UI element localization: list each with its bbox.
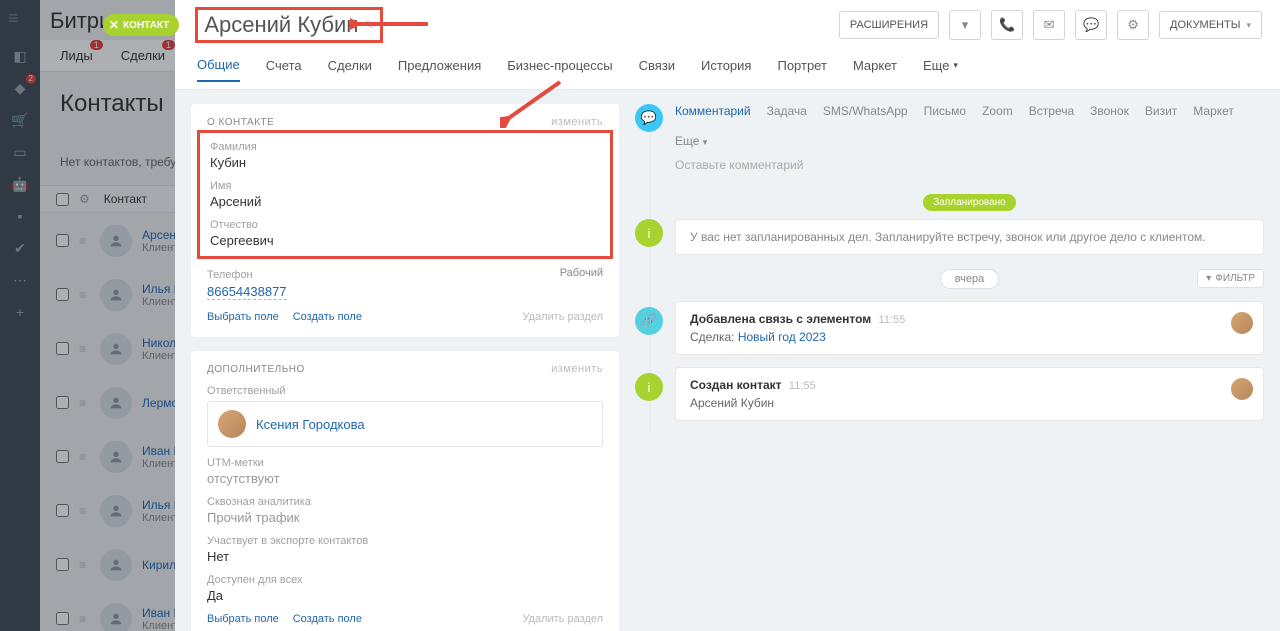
event-time: 11:55: [789, 380, 816, 392]
planned-chip: Запланировано: [923, 194, 1016, 211]
field-value[interactable]: Кубин: [210, 155, 600, 170]
panel-tab[interactable]: Бизнес-процессы: [507, 58, 612, 81]
contact-title[interactable]: Арсений Кубин✎: [195, 7, 383, 43]
left-column: О КОНТАКТЕ изменить Фамилия Кубин Имя Арсен…: [175, 90, 635, 631]
create-field-link[interactable]: Создать поле: [293, 613, 362, 625]
gear-icon[interactable]: ⚙: [1117, 10, 1149, 40]
field-label: Отчество: [210, 219, 600, 231]
extensions-dropdown[interactable]: ▾: [949, 10, 981, 40]
phone-link[interactable]: 86654438877: [207, 284, 287, 300]
responsible-user[interactable]: Ксения Городкова: [207, 401, 603, 447]
panel-tabs: Общие Счета Сделки Предложения Бизнес-процес…: [175, 50, 1280, 90]
avatar: [1231, 378, 1253, 400]
edit-icon[interactable]: ✎: [364, 18, 374, 32]
panel-tab[interactable]: Предложения: [398, 58, 481, 81]
card-title: ДОПОЛНИТЕЛЬНО: [207, 364, 305, 375]
field-label: Фамилия: [210, 141, 600, 153]
link-icon: 🔗: [635, 307, 663, 335]
timeline-event: Добавлена связь с элементом 11:55 Сделка…: [675, 301, 1264, 355]
event-title: Добавлена связь с элементом: [690, 312, 871, 326]
phone-icon[interactable]: 📞: [991, 10, 1023, 40]
avatar: [218, 410, 246, 438]
field-label: Доступен для всех: [207, 574, 603, 586]
panel-tab[interactable]: Портрет: [777, 58, 826, 81]
panel-tab[interactable]: Счета: [266, 58, 302, 81]
panel-tab[interactable]: Еще ▾: [923, 58, 958, 81]
panel-tab[interactable]: Общие: [197, 57, 240, 82]
event-sub: Арсений Кубин: [690, 396, 1249, 410]
timeline-tab[interactable]: Задача: [767, 104, 807, 118]
create-field-link[interactable]: Создать поле: [293, 311, 362, 323]
contact-panel: ✕КОНТАКТ Арсений Кубин✎ РАСШИРЕНИЯ ▾ 📞 ✉…: [175, 0, 1280, 631]
edit-link[interactable]: изменить: [551, 116, 603, 128]
highlighted-fields: Фамилия Кубин Имя Арсений Отчество Сергееви…: [197, 130, 613, 259]
timeline-event: Создан контакт 11:55 Арсений Кубин: [675, 367, 1264, 421]
filter-button[interactable]: ▾ ФИЛЬТР: [1197, 269, 1264, 288]
extra-card: ДОПОЛНИТЕЛЬНО изменить Ответственный Ксен…: [191, 351, 619, 631]
field-label: Ответственный: [207, 385, 603, 397]
field-label: Телефон: [207, 269, 603, 281]
field-value: Да: [207, 588, 603, 603]
about-card: О КОНТАКТЕ изменить Фамилия Кубин Имя Арсен…: [191, 104, 619, 337]
timeline-tab[interactable]: Встреча: [1029, 104, 1074, 118]
panel-tab[interactable]: Маркет: [853, 58, 897, 81]
card-title: О КОНТАКТЕ: [207, 117, 274, 128]
field-value: отсутствуют: [207, 471, 603, 486]
extensions-button[interactable]: РАСШИРЕНИЯ: [839, 11, 939, 39]
panel-header: ✕КОНТАКТ Арсений Кубин✎ РАСШИРЕНИЯ ▾ 📞 ✉…: [175, 0, 1280, 50]
panel-tab[interactable]: Связи: [639, 58, 675, 81]
field-label: UTM-метки: [207, 457, 603, 469]
comment-input[interactable]: Оставьте комментарий: [675, 158, 1264, 172]
timeline-tab[interactable]: Zoom: [982, 104, 1013, 118]
timeline-tab[interactable]: Еще ▾: [675, 134, 707, 148]
deal-link[interactable]: Новый год 2023: [738, 330, 826, 344]
panel-tab[interactable]: История: [701, 58, 751, 81]
day-separator: вчера: [940, 269, 999, 289]
right-column: 💬 Комментарий Задача SMS/WhatsApp Письмо Zoo…: [635, 90, 1280, 631]
field-label: Участвует в экспорте контактов: [207, 535, 603, 547]
field-value[interactable]: Арсений: [210, 194, 600, 209]
edit-link[interactable]: изменить: [551, 363, 603, 375]
info-icon: i: [635, 219, 663, 247]
info-icon: i: [635, 373, 663, 401]
delete-section-link[interactable]: Удалить раздел: [522, 613, 603, 625]
select-field-link[interactable]: Выбрать поле: [207, 613, 279, 625]
delete-section-link[interactable]: Удалить раздел: [522, 311, 603, 323]
close-icon[interactable]: ✕: [109, 18, 119, 32]
field-label: Сквозная аналитика: [207, 496, 603, 508]
timeline-tab[interactable]: Маркет: [1193, 104, 1234, 118]
timeline-tab[interactable]: SMS/WhatsApp: [823, 104, 908, 118]
chat-icon[interactable]: 💬: [1075, 10, 1107, 40]
timeline-tabs: Комментарий Задача SMS/WhatsApp Письмо Zoom В…: [675, 104, 1264, 148]
documents-button[interactable]: ДОКУМЕНТЫ▾: [1159, 11, 1262, 39]
event-sub-label: Сделка:: [690, 330, 734, 344]
entity-type-pill[interactable]: ✕КОНТАКТ: [103, 14, 179, 36]
comment-bubble-icon: 💬: [635, 104, 663, 132]
field-value: Нет: [207, 549, 603, 564]
timeline-tab[interactable]: Комментарий: [675, 104, 751, 118]
mail-icon[interactable]: ✉: [1033, 10, 1065, 40]
user-name: Ксения Городкова: [256, 417, 365, 432]
event-title: Создан контакт: [690, 378, 782, 392]
timeline-tab[interactable]: Звонок: [1090, 104, 1129, 118]
phone-type: Рабочий: [560, 267, 603, 279]
event-time: 11:55: [879, 314, 906, 326]
field-value: Прочий трафик: [207, 510, 603, 525]
field-value[interactable]: Сергеевич: [210, 233, 600, 248]
panel-tab[interactable]: Сделки: [328, 58, 372, 81]
no-plans-card: У вас нет запланированных дел. Запланиру…: [675, 219, 1264, 255]
timeline-tab[interactable]: Письмо: [924, 104, 967, 118]
field-label: Имя: [210, 180, 600, 192]
avatar: [1231, 312, 1253, 334]
timeline-tab[interactable]: Визит: [1145, 104, 1177, 118]
select-field-link[interactable]: Выбрать поле: [207, 311, 279, 323]
